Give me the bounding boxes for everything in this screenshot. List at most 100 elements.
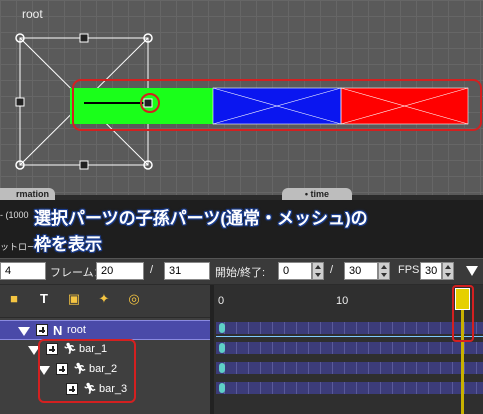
track-cell-divider — [248, 362, 249, 374]
track-cell-divider — [248, 382, 249, 394]
end-frame-stepper[interactable] — [378, 262, 390, 280]
handle-top — [79, 33, 89, 43]
track-cell-divider — [392, 322, 393, 334]
start-end-label: 開始/終了: — [215, 267, 266, 279]
track-cell-divider — [236, 362, 237, 374]
track-cell-divider — [272, 342, 273, 354]
track-cell-divider — [332, 382, 333, 394]
track-cell-divider — [236, 322, 237, 334]
panel-title-fragment: - (1000 — [0, 210, 29, 220]
track-cell-divider — [308, 342, 309, 354]
track-cell-divider — [272, 322, 273, 334]
add-part-icon[interactable]: ■ — [6, 290, 22, 308]
track-cell-divider — [476, 382, 477, 394]
track-cell-divider — [356, 362, 357, 374]
add-mesh-icon[interactable]: ▣ — [66, 290, 82, 308]
ruler-label: 10 — [336, 295, 349, 307]
track-cell-divider — [332, 322, 333, 334]
track-cell-divider — [320, 322, 321, 334]
track-cell-divider — [392, 362, 393, 374]
track-cell-divider — [272, 382, 273, 394]
track-cell-divider — [392, 342, 393, 354]
track-divider — [216, 336, 483, 337]
track-cell-divider — [236, 342, 237, 354]
tree-row-label: root — [67, 324, 86, 336]
track-cell-divider — [404, 342, 405, 354]
track-cell-divider — [428, 382, 429, 394]
track-bar-3[interactable] — [216, 382, 483, 394]
track-cell-divider — [416, 322, 417, 334]
node-type-label: N — [53, 323, 63, 338]
track-bar-2[interactable] — [216, 362, 483, 374]
track-cell-divider — [236, 382, 237, 394]
keyframe-marker[interactable] — [219, 383, 225, 393]
track-cell-divider — [428, 322, 429, 334]
track-cell-divider — [284, 342, 285, 354]
left-value-field[interactable]: 4 — [0, 262, 46, 280]
bar-parts — [70, 88, 468, 124]
tab-transformation[interactable]: rmation — [0, 188, 55, 200]
handle-left — [15, 97, 25, 107]
visibility-toggle-icon[interactable] — [36, 324, 48, 336]
add-target-icon[interactable]: ◎ — [126, 290, 142, 308]
frame-input[interactable]: 20 — [96, 262, 144, 280]
track-cell-divider — [260, 382, 261, 394]
track-cell-divider — [296, 342, 297, 354]
track-cell-divider — [320, 342, 321, 354]
track-cell-divider — [344, 362, 345, 374]
track-cell-divider — [272, 362, 273, 374]
add-sparkle-icon[interactable]: ✦ — [96, 290, 112, 308]
track-cell-divider — [260, 362, 261, 374]
ruler-label: 0 — [218, 295, 225, 307]
track-cell-divider — [464, 342, 465, 354]
options-dropdown-icon[interactable] — [466, 266, 478, 276]
track-cell-divider — [368, 322, 369, 334]
track-bar-1[interactable] — [216, 342, 483, 354]
tab-time[interactable]: • time — [282, 188, 352, 200]
track-cell-divider — [296, 322, 297, 334]
track-cell-divider — [380, 362, 381, 374]
track-root[interactable] — [216, 322, 483, 334]
start-frame-stepper[interactable] — [312, 262, 324, 280]
scene-canvas[interactable] — [0, 0, 483, 195]
track-cell-divider — [428, 342, 429, 354]
track-cell-divider — [344, 342, 345, 354]
track-cell-divider — [332, 362, 333, 374]
track-cell-divider — [344, 322, 345, 334]
track-cell-divider — [356, 322, 357, 334]
tree-row-root[interactable]: N root — [0, 320, 210, 340]
track-cell-divider — [284, 322, 285, 334]
fps-input[interactable]: 30 — [420, 262, 442, 280]
frame-total-field[interactable]: 31 — [164, 262, 210, 280]
track-cell-divider — [404, 322, 405, 334]
track-cell-divider — [380, 342, 381, 354]
annotation-text-line2: 枠を表示 — [34, 235, 102, 254]
track-cell-divider — [476, 342, 477, 354]
track-cell-divider — [332, 342, 333, 354]
track-cell-divider — [440, 382, 441, 394]
track-cell-divider — [368, 362, 369, 374]
keyframe-marker[interactable] — [219, 343, 225, 353]
add-text-icon[interactable]: T — [36, 290, 52, 308]
track-cell-divider — [248, 342, 249, 354]
end-frame-input[interactable]: 30 — [344, 262, 378, 280]
track-cell-divider — [308, 362, 309, 374]
track-cell-divider — [308, 382, 309, 394]
track-cell-divider — [476, 362, 477, 374]
fps-stepper[interactable] — [442, 262, 454, 280]
keyframe-marker[interactable] — [219, 363, 225, 373]
track-cell-divider — [320, 362, 321, 374]
app-window: root rmation • time - (1000 ットロール 選択パーツの… — [0, 0, 483, 414]
end-slash: / — [330, 264, 334, 276]
track-cell-divider — [260, 342, 261, 354]
track-cell-divider — [476, 322, 477, 334]
track-cell-divider — [296, 362, 297, 374]
playhead-highlight-box — [452, 285, 474, 342]
keyframe-marker[interactable] — [219, 323, 225, 333]
start-frame-input[interactable]: 0 — [278, 262, 312, 280]
track-cell-divider — [440, 362, 441, 374]
track-cell-divider — [404, 362, 405, 374]
track-cell-divider — [368, 382, 369, 394]
timeline-ruler[interactable] — [216, 293, 483, 317]
expand-arrow-icon[interactable] — [18, 327, 30, 336]
